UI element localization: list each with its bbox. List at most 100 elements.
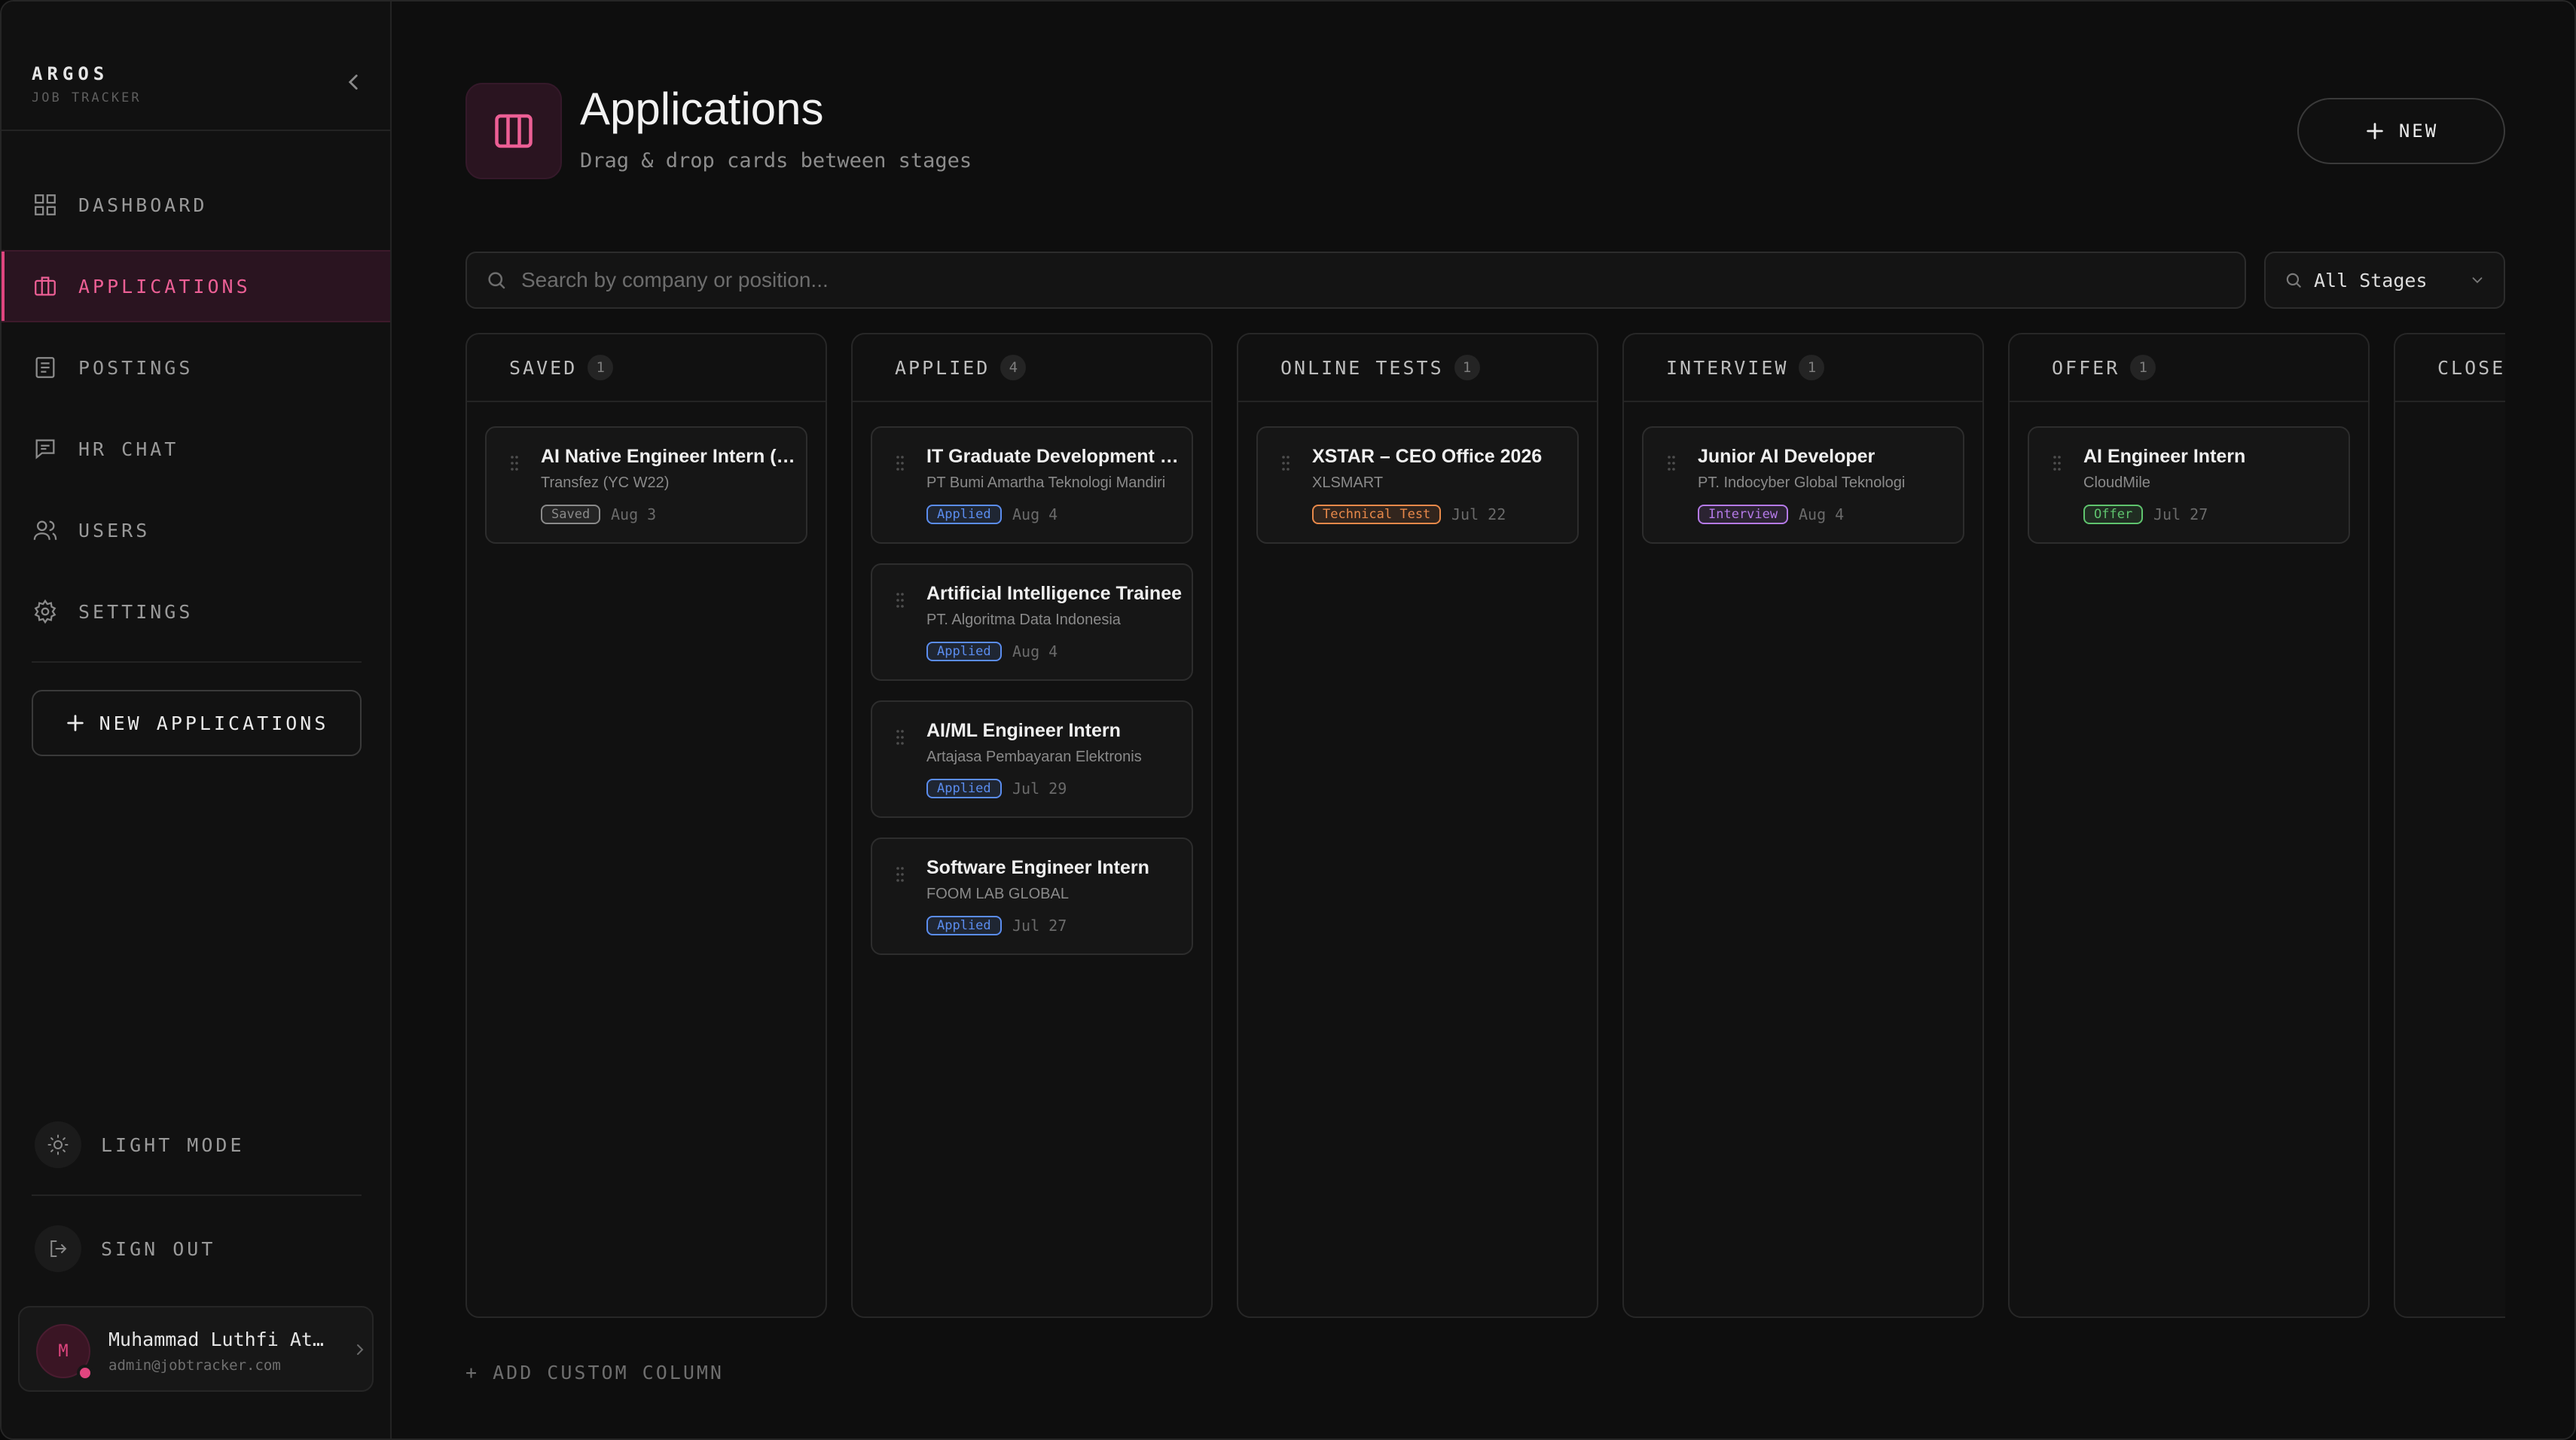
application-card[interactable]: AI/ML Engineer Intern Artajasa Pembayaran…	[871, 700, 1193, 818]
plus-icon	[2367, 123, 2383, 139]
column-count-badge: 4	[1000, 355, 1027, 380]
search-icon	[488, 272, 505, 289]
light-mode-label: LIGHT MODE	[101, 1133, 245, 1156]
column-count-badge: 1	[2130, 355, 2156, 380]
sidebar-item-settings[interactable]: SETTINGS	[2, 575, 390, 648]
kanban-board: SAVED 1 AI Native Engineer Intern (Fr... Tr…	[465, 333, 2505, 1318]
column-count-badge: 1	[1799, 355, 1825, 380]
status-badge: Saved	[541, 505, 601, 524]
status-badge: Applied	[926, 916, 1002, 935]
column-header: OFFER 1	[2010, 334, 2368, 402]
chevron-left-icon	[348, 75, 358, 90]
brand-subtitle: JOB TRACKER	[32, 90, 142, 105]
chevron-right-icon	[357, 1344, 364, 1355]
column-header: INTERVIEW 1	[1624, 334, 1982, 402]
card-title: AI Native Engineer Intern (Fr...	[541, 446, 797, 467]
status-badge: Technical Test	[1312, 505, 1442, 524]
online-status-dot	[77, 1365, 93, 1381]
application-card[interactable]: Junior AI Developer PT. Indocyber Global …	[1642, 426, 1964, 544]
status-badge: Applied	[926, 642, 1002, 661]
column-header: ONLINE TESTS 1	[1238, 334, 1597, 402]
sidebar-item-applications[interactable]: APPLICATIONS	[2, 250, 390, 322]
column-saved[interactable]: SAVED 1 AI Native Engineer Intern (Fr... Tr…	[465, 333, 827, 1318]
brand-name: ARGOS	[32, 63, 109, 84]
sidebar-item-users[interactable]: USERS	[2, 494, 390, 566]
gear-icon	[32, 598, 59, 625]
card-date: Aug 4	[1012, 505, 1058, 523]
user-profile-card[interactable]: M Muhammad Luthfi At… admin@jobtracker.c…	[18, 1306, 374, 1392]
chevron-down-icon	[2472, 277, 2483, 284]
drag-handle-icon[interactable]	[895, 590, 905, 610]
stage-filter-value: All Stages	[2314, 269, 2428, 291]
column-count-badge: 1	[1454, 355, 1480, 380]
application-card[interactable]: AI Native Engineer Intern (Fr... Transfez…	[485, 426, 807, 544]
card-company: PT. Algoritma Data Indonesia	[926, 612, 1121, 628]
card-title: AI Engineer Intern	[2083, 446, 2246, 467]
column-title: OFFER	[2052, 356, 2120, 379]
user-name: Muhammad Luthfi At…	[108, 1329, 324, 1350]
drag-handle-icon[interactable]	[895, 865, 905, 884]
status-badge: Applied	[926, 505, 1002, 524]
new-application-button[interactable]: NEW APPLICATIONS	[32, 690, 362, 756]
card-company: XLSMART	[1312, 474, 1384, 491]
grid-icon	[32, 191, 59, 218]
column-online-tests[interactable]: ONLINE TESTS 1 XSTAR – CEO Office 2026 XLSM…	[1237, 333, 1598, 1318]
card-date: Jul 22	[1451, 505, 1506, 523]
drag-handle-icon[interactable]	[509, 453, 520, 473]
application-card[interactable]: Artificial Intelligence Trainee PT. Algor…	[871, 563, 1193, 681]
sun-icon	[35, 1121, 81, 1168]
column-offer[interactable]: OFFER 1 AI Engineer Intern CloudMile Offer Ju…	[2008, 333, 2370, 1318]
page-subtitle: Drag & drop cards between stages	[580, 149, 972, 172]
user-email: admin@jobtracker.com	[108, 1357, 281, 1374]
status-badge: Interview	[1698, 505, 1789, 524]
users-icon	[32, 517, 59, 544]
collapse-sidebar-button[interactable]	[340, 69, 366, 95]
drag-handle-icon[interactable]	[2052, 453, 2062, 473]
divider	[2, 130, 392, 131]
add-custom-column-button[interactable]: + ADD CUSTOM COLUMN	[465, 1362, 724, 1384]
application-card[interactable]: IT Graduate Development Pr... PT Bumi Ama…	[871, 426, 1193, 544]
page-title: Applications	[580, 84, 824, 134]
search-icon	[2286, 273, 2301, 288]
card-date: Jul 27	[1012, 917, 1067, 935]
column-applied[interactable]: APPLIED 4 IT Graduate Development Pr... PT …	[851, 333, 1213, 1318]
card-company: FOOM LAB GLOBAL	[926, 886, 1069, 902]
column-header: APPLIED 4	[853, 334, 1211, 402]
card-title: XSTAR – CEO Office 2026	[1312, 446, 1543, 467]
status-badge: Applied	[926, 779, 1002, 798]
column-header: CLOSED	[2395, 334, 2505, 402]
light-mode-toggle[interactable]: LIGHT MODE	[35, 1121, 245, 1169]
sidebar-item-dashboard[interactable]: DASHBOARD	[2, 169, 390, 241]
plus-icon	[66, 715, 84, 731]
drag-handle-icon[interactable]	[895, 453, 905, 473]
application-card[interactable]: Software Engineer Intern FOOM LAB GLOBAL A…	[871, 837, 1193, 955]
sidebar-item-postings[interactable]: POSTINGS	[2, 331, 390, 404]
card-title: Artificial Intelligence Trainee	[926, 583, 1183, 604]
sidebar-item-label: APPLICATIONS	[78, 275, 251, 297]
sidebar-item-label: SETTINGS	[78, 600, 194, 623]
chat-icon	[32, 435, 59, 462]
new-button[interactable]: NEW	[2297, 98, 2505, 164]
divider	[32, 1194, 362, 1196]
column-count-badge: 1	[588, 355, 614, 380]
sign-out-button[interactable]: SIGN OUT	[35, 1225, 215, 1273]
card-date: Aug 4	[1799, 505, 1845, 523]
column-interview[interactable]: INTERVIEW 1 Junior AI Developer PT. Indocyb…	[1622, 333, 1984, 1318]
application-card[interactable]: XSTAR – CEO Office 2026 XLSMART Technical …	[1256, 426, 1579, 544]
card-date: Aug 4	[1012, 642, 1058, 661]
search-input[interactable]	[521, 268, 2178, 292]
card-company: PT. Indocyber Global Teknologi	[1698, 474, 1906, 491]
stage-filter-select[interactable]: All Stages	[2264, 252, 2505, 309]
search-bar	[465, 252, 2246, 309]
sidebar-item-label: POSTINGS	[78, 356, 194, 379]
drag-handle-icon[interactable]	[895, 728, 905, 747]
app-window: ARGOS JOB TRACKER DASHBOARD APPLICATIONS…	[0, 0, 2576, 1440]
drag-handle-icon[interactable]	[1666, 453, 1677, 473]
divider	[32, 661, 362, 663]
briefcase-icon	[32, 273, 59, 300]
column-closed[interactable]: CLOSED	[2394, 333, 2505, 1318]
sidebar-item-hr-chat[interactable]: HR CHAT	[2, 413, 390, 485]
drag-handle-icon[interactable]	[1280, 453, 1291, 473]
application-card[interactable]: AI Engineer Intern CloudMile Offer Jul 27	[2028, 426, 2350, 544]
card-title: Junior AI Developer	[1698, 446, 1876, 467]
